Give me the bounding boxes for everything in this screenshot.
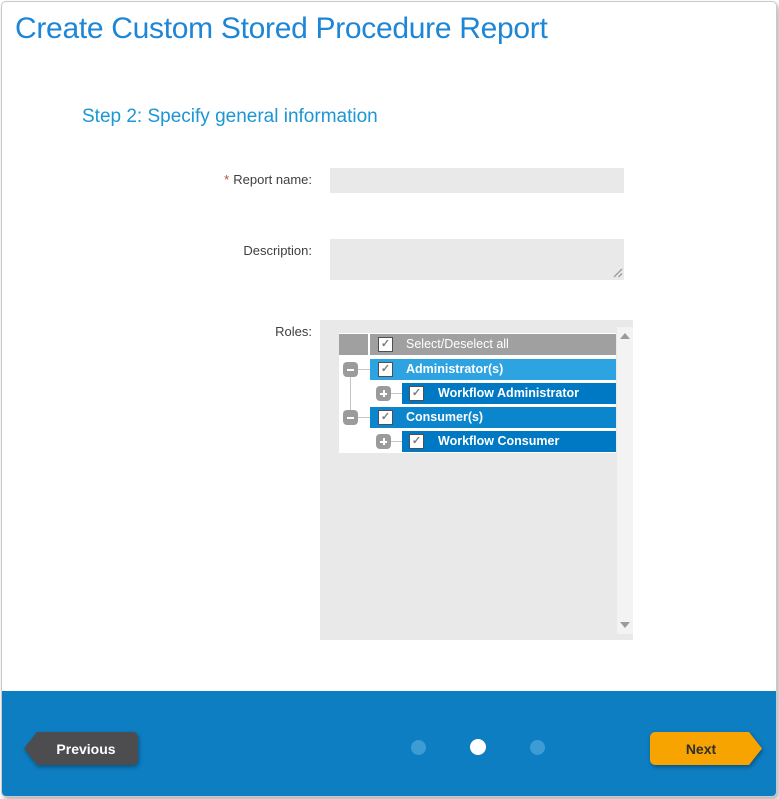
workflow-administrator-checkbox[interactable] <box>409 386 424 401</box>
consumers-label: Consumer(s) <box>406 407 483 428</box>
roles-label-text: Roles: <box>275 324 312 339</box>
wizard-dialog: Create Custom Stored Procedure Report St… <box>1 1 777 797</box>
tree-connector-wf-admin <box>391 393 402 394</box>
workflow-consumer-checkbox[interactable] <box>409 434 424 449</box>
tree-connector-vertical <box>350 377 351 411</box>
tree-header-row[interactable]: Select/Deselect all <box>370 334 616 355</box>
previous-button[interactable]: Previous <box>24 732 138 765</box>
administrators-checkbox[interactable] <box>378 362 393 377</box>
step-dot-1 <box>411 740 426 755</box>
administrators-label: Administrator(s) <box>406 359 503 380</box>
expand-button-workflow-consumer[interactable] <box>376 434 391 449</box>
page-title: Create Custom Stored Procedure Report <box>15 12 548 46</box>
scroll-down-icon[interactable] <box>620 622 630 628</box>
step-dot-2-active <box>470 739 486 755</box>
expand-button-workflow-administrator[interactable] <box>376 386 391 401</box>
next-button[interactable]: Next <box>650 732 762 765</box>
tree-row-workflow-administrator[interactable]: Workflow Administrator <box>402 383 616 404</box>
report-name-input[interactable] <box>330 168 624 193</box>
select-all-checkbox[interactable] <box>378 337 393 352</box>
roles-label: Roles: <box>152 324 312 339</box>
description-label-text: Description: <box>243 243 312 258</box>
description-input[interactable] <box>330 239 624 280</box>
tree-row-consumers[interactable]: Consumer(s) <box>370 407 616 428</box>
scroll-up-icon[interactable] <box>620 333 630 339</box>
description-label: Description: <box>152 243 312 258</box>
collapse-button-consumers[interactable] <box>343 410 358 425</box>
tree-connector-consumer <box>358 417 370 418</box>
step-dot-3 <box>530 740 545 755</box>
roles-listbox: Select/Deselect all Administrator(s) Wor… <box>320 320 633 640</box>
workflow-administrator-label: Workflow Administrator <box>438 383 579 404</box>
wizard-footer: Previous Next <box>2 691 776 796</box>
report-name-label: * Report name: <box>152 172 312 187</box>
select-all-label: Select/Deselect all <box>406 334 509 355</box>
step-indicator <box>411 739 545 755</box>
roles-scrollbar[interactable] <box>617 327 633 634</box>
tree-connector-wf-consumer <box>391 441 402 442</box>
collapse-button-administrators[interactable] <box>343 362 358 377</box>
tree-connector-admin <box>358 369 370 370</box>
required-asterisk: * <box>224 172 229 187</box>
consumers-checkbox[interactable] <box>378 410 393 425</box>
step-heading: Step 2: Specify general information <box>82 106 378 128</box>
report-name-label-text: Report name: <box>233 172 312 187</box>
tree-header-expander-cell <box>339 334 368 355</box>
tree-row-workflow-consumer[interactable]: Workflow Consumer <box>402 431 616 452</box>
workflow-consumer-label: Workflow Consumer <box>438 431 559 452</box>
tree-row-administrators[interactable]: Administrator(s) <box>370 359 616 380</box>
